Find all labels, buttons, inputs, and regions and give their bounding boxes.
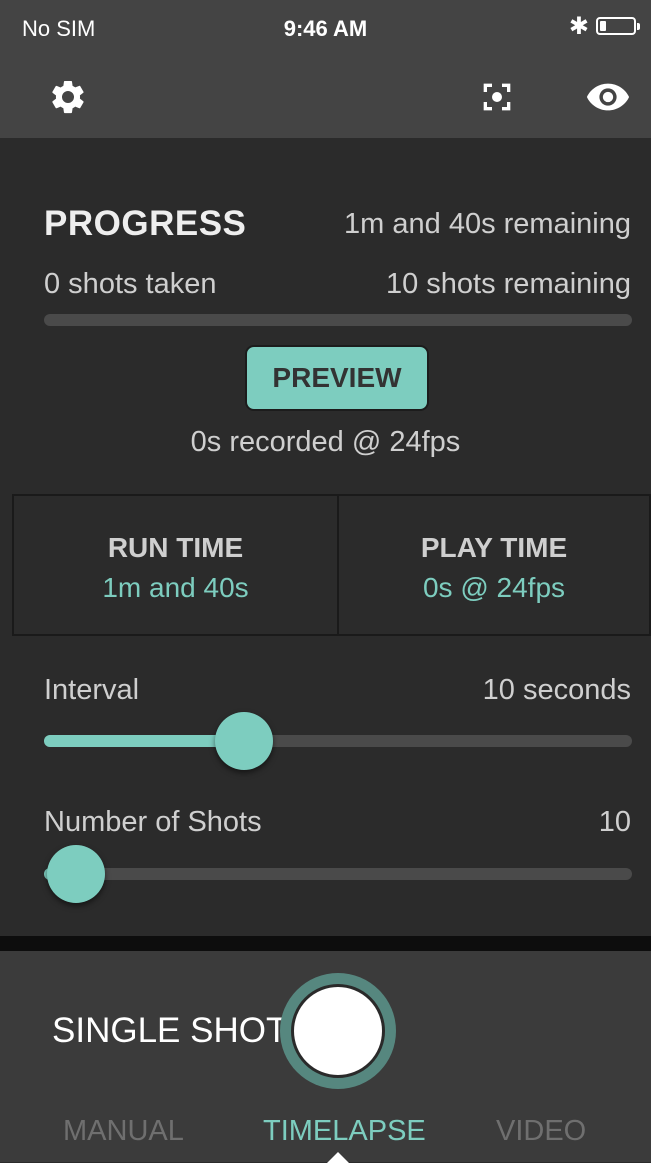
play-time-cell: PLAY TIME 0s @ 24fps [337,494,651,636]
top-toolbar [0,55,651,138]
interval-slider[interactable] [44,712,632,770]
single-shot-label[interactable]: SINGLE SHOT [52,1011,287,1051]
shots-remaining-text: 10 shots remaining [385,268,631,300]
time-remaining-text: 1m and 40s remaining [344,208,631,240]
shutter-button[interactable] [280,973,396,1089]
clock: 9:46 AM [283,16,368,41]
tab-video[interactable]: VIDEO [496,1115,586,1148]
tab-timelapse[interactable]: TIMELAPSE [263,1115,426,1148]
capture-bar: SINGLE SHOT MANUAL TIMELAPSE VIDEO [0,951,651,1163]
run-time-cell: RUN TIME 1m and 40s [12,494,339,636]
active-tab-indicator [327,1152,349,1163]
play-time-label: PLAY TIME [420,532,568,563]
interval-slider-fill [44,735,244,747]
section-divider [0,936,651,951]
bluetooth-icon: ✱ [568,13,589,40]
battery-icon [596,17,640,35]
shots-value: 10 [598,806,631,838]
play-time-value: 0s @ 24fps [422,572,566,603]
run-time-value: 1m and 40s [102,572,249,603]
tab-manual[interactable]: MANUAL [63,1115,184,1148]
interval-value: 10 seconds [482,674,631,706]
shutter-button-inner [291,984,385,1078]
interval-slider-thumb[interactable] [214,712,273,770]
shots-label: Number of Shots [44,806,262,838]
shots-taken-text: 0 shots taken [44,268,217,300]
status-bar: No SIM 9:46 AM ✱ [0,0,651,55]
focus-frame-icon[interactable] [473,73,521,121]
eye-icon[interactable] [584,73,632,121]
progress-bar [44,314,632,326]
shots-slider[interactable] [44,845,632,903]
interval-label: Interval [44,674,140,706]
settings-section: Interval 10 seconds Number of Shots 10 [0,636,651,936]
battery-level [600,21,606,31]
time-summary: RUN TIME 1m and 40s PLAY TIME 0s @ 24fps [12,494,651,636]
progress-title: PROGRESS [44,204,247,243]
progress-section: PROGRESS 1m and 40s remaining 0 shots ta… [0,138,651,494]
run-time-label: RUN TIME [107,532,244,563]
recorded-text: 0s recorded @ 24fps [190,426,461,458]
gear-icon[interactable] [44,73,92,121]
preview-button[interactable]: PREVIEW [245,345,429,411]
shots-slider-thumb[interactable] [47,845,106,903]
